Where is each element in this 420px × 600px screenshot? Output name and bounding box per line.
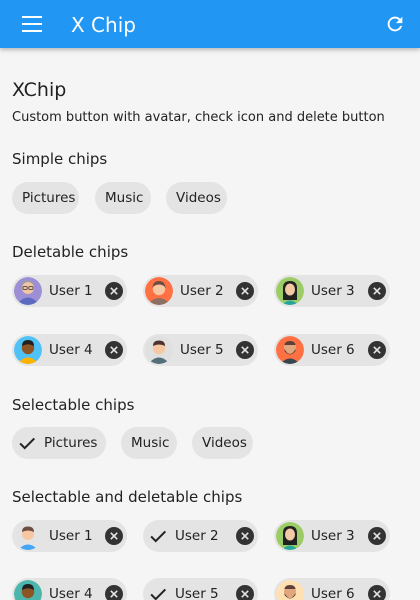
chip-label: User 1 [49, 528, 93, 544]
hamburger-menu-icon[interactable] [22, 16, 42, 32]
chip-label: User 2 [175, 528, 219, 544]
user-avatar-icon [145, 336, 173, 364]
delete-icon[interactable] [236, 585, 254, 600]
chip-selectable-music[interactable]: Music [121, 427, 177, 459]
check-icon [19, 437, 36, 450]
chip-seldel-user-5[interactable]: User 5 [143, 578, 258, 600]
app-title: X Chip [71, 13, 136, 37]
user-avatar-icon [14, 580, 42, 600]
section-selectable-heading: Selectable chips [12, 396, 135, 414]
delete-icon[interactable] [236, 282, 254, 300]
chip-label: User 6 [311, 586, 355, 600]
chip-label: User 3 [311, 528, 355, 544]
chip-seldel-user-2[interactable]: User 2 [143, 520, 258, 552]
delete-icon[interactable] [105, 585, 123, 600]
delete-icon[interactable] [105, 341, 123, 359]
chip-label: User 3 [311, 283, 355, 299]
chip-label: Videos [202, 435, 247, 451]
delete-icon[interactable] [368, 585, 386, 600]
delete-icon[interactable] [368, 282, 386, 300]
user-avatar-icon [14, 277, 42, 305]
chip-seldel-user-3[interactable]: User 3 [274, 520, 390, 552]
chip-label: Pictures [22, 190, 76, 206]
app-bar: X Chip [0, 0, 420, 48]
chip-deletable-user-2[interactable]: User 2 [143, 275, 258, 307]
check-icon [150, 530, 167, 543]
chip-label: User 6 [311, 342, 355, 358]
chip-label: Pictures [44, 435, 98, 451]
page-title: XChip [12, 79, 67, 101]
user-avatar-icon [14, 522, 42, 550]
chip-label: User 4 [49, 342, 93, 358]
chip-simple-pictures[interactable]: Pictures [12, 182, 79, 214]
chip-label: User 5 [180, 342, 224, 358]
chip-label: User 1 [49, 283, 93, 299]
chip-label: Music [105, 190, 144, 206]
content: XChip Custom button with avatar, check i… [0, 48, 420, 600]
chip-selectable-pictures[interactable]: Pictures [12, 427, 106, 459]
user-avatar-icon [145, 277, 173, 305]
user-avatar-icon [276, 336, 304, 364]
user-avatar-icon [276, 522, 304, 550]
chip-label: Music [131, 435, 170, 451]
chip-seldel-user-4[interactable]: User 4 [12, 578, 127, 600]
delete-icon[interactable] [368, 341, 386, 359]
delete-icon[interactable] [236, 527, 254, 545]
chip-label: User 2 [180, 283, 224, 299]
chip-deletable-user-5[interactable]: User 5 [143, 334, 258, 366]
section-simple-heading: Simple chips [12, 150, 108, 168]
chip-label: User 4 [49, 586, 93, 600]
chip-selectable-videos[interactable]: Videos [192, 427, 253, 459]
delete-icon[interactable] [105, 282, 123, 300]
delete-icon[interactable] [105, 527, 123, 545]
delete-icon[interactable] [368, 527, 386, 545]
section-selectable-deletable-heading: Selectable and deletable chips [12, 488, 243, 506]
user-avatar-icon [276, 277, 304, 305]
user-avatar-icon [276, 580, 304, 600]
chip-deletable-user-1[interactable]: User 1 [12, 275, 127, 307]
chip-seldel-user-6[interactable]: User 6 [274, 578, 390, 600]
chip-label: Videos [176, 190, 221, 206]
section-deletable-heading: Deletable chips [12, 243, 129, 261]
check-icon [150, 588, 167, 600]
chip-deletable-user-3[interactable]: User 3 [274, 275, 390, 307]
delete-icon[interactable] [236, 341, 254, 359]
chip-seldel-user-1[interactable]: User 1 [12, 520, 127, 552]
chip-label: User 5 [175, 586, 219, 600]
chip-deletable-user-4[interactable]: User 4 [12, 334, 127, 366]
chip-simple-music[interactable]: Music [95, 182, 151, 214]
chip-simple-videos[interactable]: Videos [166, 182, 227, 214]
page-subtitle: Custom button with avatar, check icon an… [12, 110, 385, 125]
refresh-icon[interactable] [384, 13, 406, 35]
chip-deletable-user-6[interactable]: User 6 [274, 334, 390, 366]
user-avatar-icon [14, 336, 42, 364]
